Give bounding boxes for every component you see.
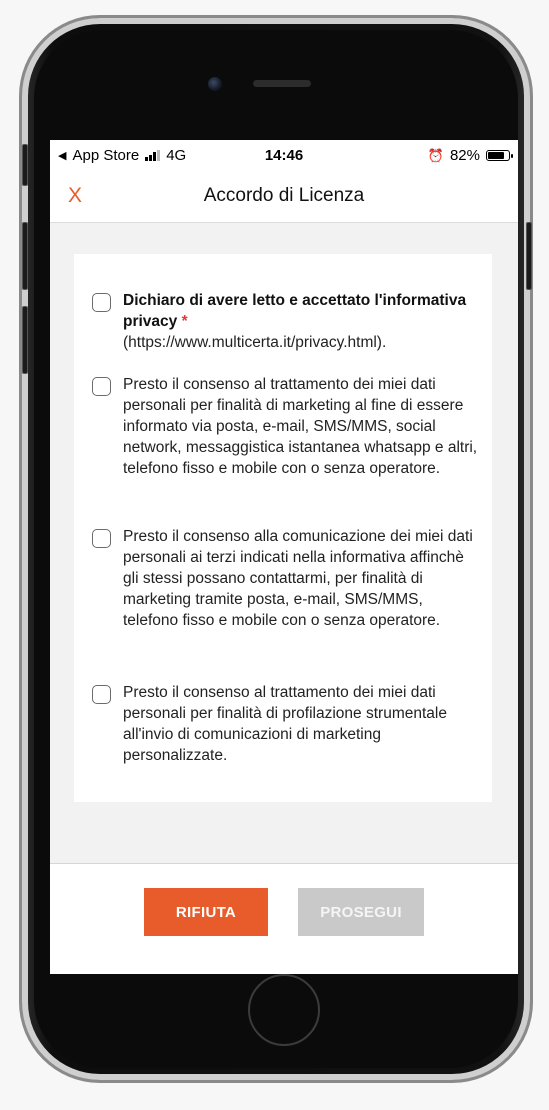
- battery-percent: 82%: [449, 147, 480, 164]
- consent-item-marketing: Presto il consenso al trattamento dei mi…: [92, 374, 478, 479]
- consent-privacy-bold: Dichiaro di avere letto e accettato l'in…: [123, 292, 467, 330]
- required-mark: *: [181, 313, 188, 330]
- power-button: [526, 222, 532, 290]
- footer-bar: RIFIUTA PROSEGUI: [50, 863, 518, 974]
- app-screen: ◀ App Store 4G 14:46 ⏰ 82% X Accordo di …: [50, 140, 518, 974]
- mute-switch: [22, 144, 28, 186]
- reject-button[interactable]: RIFIUTA: [144, 888, 268, 936]
- consent-card: Dichiaro di avere letto e accettato l'in…: [74, 254, 492, 802]
- consent-text-third-parties: Presto il consenso alla comunicazione de…: [123, 528, 473, 629]
- earpiece-speaker: [253, 80, 311, 87]
- consent-item-privacy: Dichiaro di avere letto e accettato l'in…: [92, 290, 478, 353]
- status-bar: ◀ App Store 4G 14:46 ⏰ 82%: [50, 140, 518, 172]
- continue-button[interactable]: PROSEGUI: [298, 888, 424, 936]
- volume-down-button: [22, 306, 28, 374]
- page-title: Accordo di Licenza: [203, 185, 365, 206]
- consent-text-privacy: Dichiaro di avere letto e accettato l'in…: [123, 290, 478, 353]
- front-camera: [208, 77, 222, 91]
- checkbox-third-parties[interactable]: [92, 529, 111, 548]
- volume-up-button: [22, 222, 28, 290]
- nav-bar: X Accordo di Licenza: [50, 172, 518, 223]
- status-right: ⏰ 82%: [427, 147, 513, 164]
- consent-text-marketing: Presto il consenso al trattamento dei mi…: [123, 376, 478, 477]
- consent-item-third-parties: Presto il consenso alla comunicazione de…: [92, 526, 478, 631]
- consent-text-profiling: Presto il consenso al trattamento dei mi…: [123, 684, 447, 764]
- content-area: Dichiaro di avere letto e accettato l'in…: [50, 223, 518, 864]
- alarm-icon: ⏰: [427, 147, 444, 163]
- checkbox-marketing[interactable]: [92, 377, 111, 396]
- privacy-link[interactable]: (https://www.multicerta.it/privacy.html)…: [123, 334, 386, 351]
- consent-item-profiling: Presto il consenso al trattamento dei mi…: [92, 682, 478, 766]
- home-button[interactable]: [248, 974, 320, 1046]
- checkbox-profiling[interactable]: [92, 685, 111, 704]
- checkbox-privacy[interactable]: [92, 293, 111, 312]
- battery-icon: [486, 150, 513, 161]
